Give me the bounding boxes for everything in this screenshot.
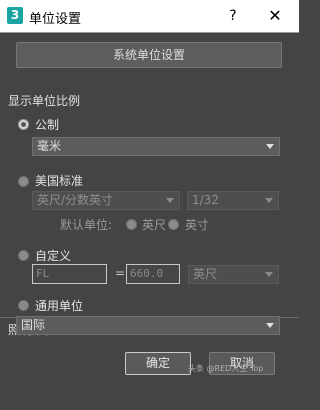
app-icon: 3 <box>7 7 23 24</box>
chevron-down-icon <box>266 323 274 328</box>
system-unit-setup-button[interactable]: 系统单位设置 <box>16 42 282 68</box>
inches-label: 英寸 <box>185 218 210 232</box>
ok-button[interactable]: 确定 <box>125 352 191 375</box>
feet-label: 英尺 <box>142 218 167 232</box>
display-unit-scale-title: 显示单位比例 <box>8 94 81 108</box>
custom-radio[interactable] <box>18 250 29 261</box>
close-button[interactable]: ✕ <box>265 7 285 25</box>
chevron-down-icon <box>266 144 274 149</box>
help-button[interactable]: ? <box>223 7 243 25</box>
default-unit-label: 默认单位: <box>60 218 113 232</box>
us-standard-label: 美国标准 <box>35 174 84 188</box>
metric-unit-value: 毫米 <box>37 139 62 153</box>
us-standard-radio[interactable] <box>18 176 29 187</box>
custom-name-field[interactable]: FL <box>32 264 107 284</box>
fraction-dropdown[interactable]: 1/32 <box>187 191 279 210</box>
window-title: 单位设置 <box>29 12 82 27</box>
lighting-units-value: 国际 <box>21 318 46 332</box>
inches-radio[interactable] <box>168 219 179 230</box>
feet-radio[interactable] <box>126 219 137 230</box>
custom-label: 自定义 <box>35 249 72 263</box>
generic-units-label: 通用单位 <box>35 299 84 313</box>
equals-sign: = <box>115 266 126 280</box>
metric-label: 公制 <box>35 118 60 132</box>
chevron-down-icon <box>265 198 273 203</box>
chevron-down-icon <box>265 272 273 277</box>
chevron-down-icon <box>166 198 174 203</box>
metric-radio[interactable] <box>18 119 29 130</box>
watermark: 头条 @RED人生 Top <box>188 364 264 373</box>
lighting-units-dropdown[interactable]: 国际 <box>16 316 280 335</box>
title-bar: 3 单位设置 ? ✕ <box>0 0 299 33</box>
fraction-value: 1/32 <box>192 193 219 207</box>
custom-unit-dropdown[interactable]: 英尺 <box>188 265 279 284</box>
us-standard-unit-dropdown[interactable]: 英尺/分数英寸 <box>32 191 180 210</box>
generic-units-radio[interactable] <box>18 300 29 311</box>
custom-amount-field[interactable]: 660.0 <box>126 264 180 284</box>
us-standard-unit-value: 英尺/分数英寸 <box>37 193 114 207</box>
metric-unit-dropdown[interactable]: 毫米 <box>32 137 280 156</box>
custom-unit-value: 英尺 <box>193 267 218 281</box>
